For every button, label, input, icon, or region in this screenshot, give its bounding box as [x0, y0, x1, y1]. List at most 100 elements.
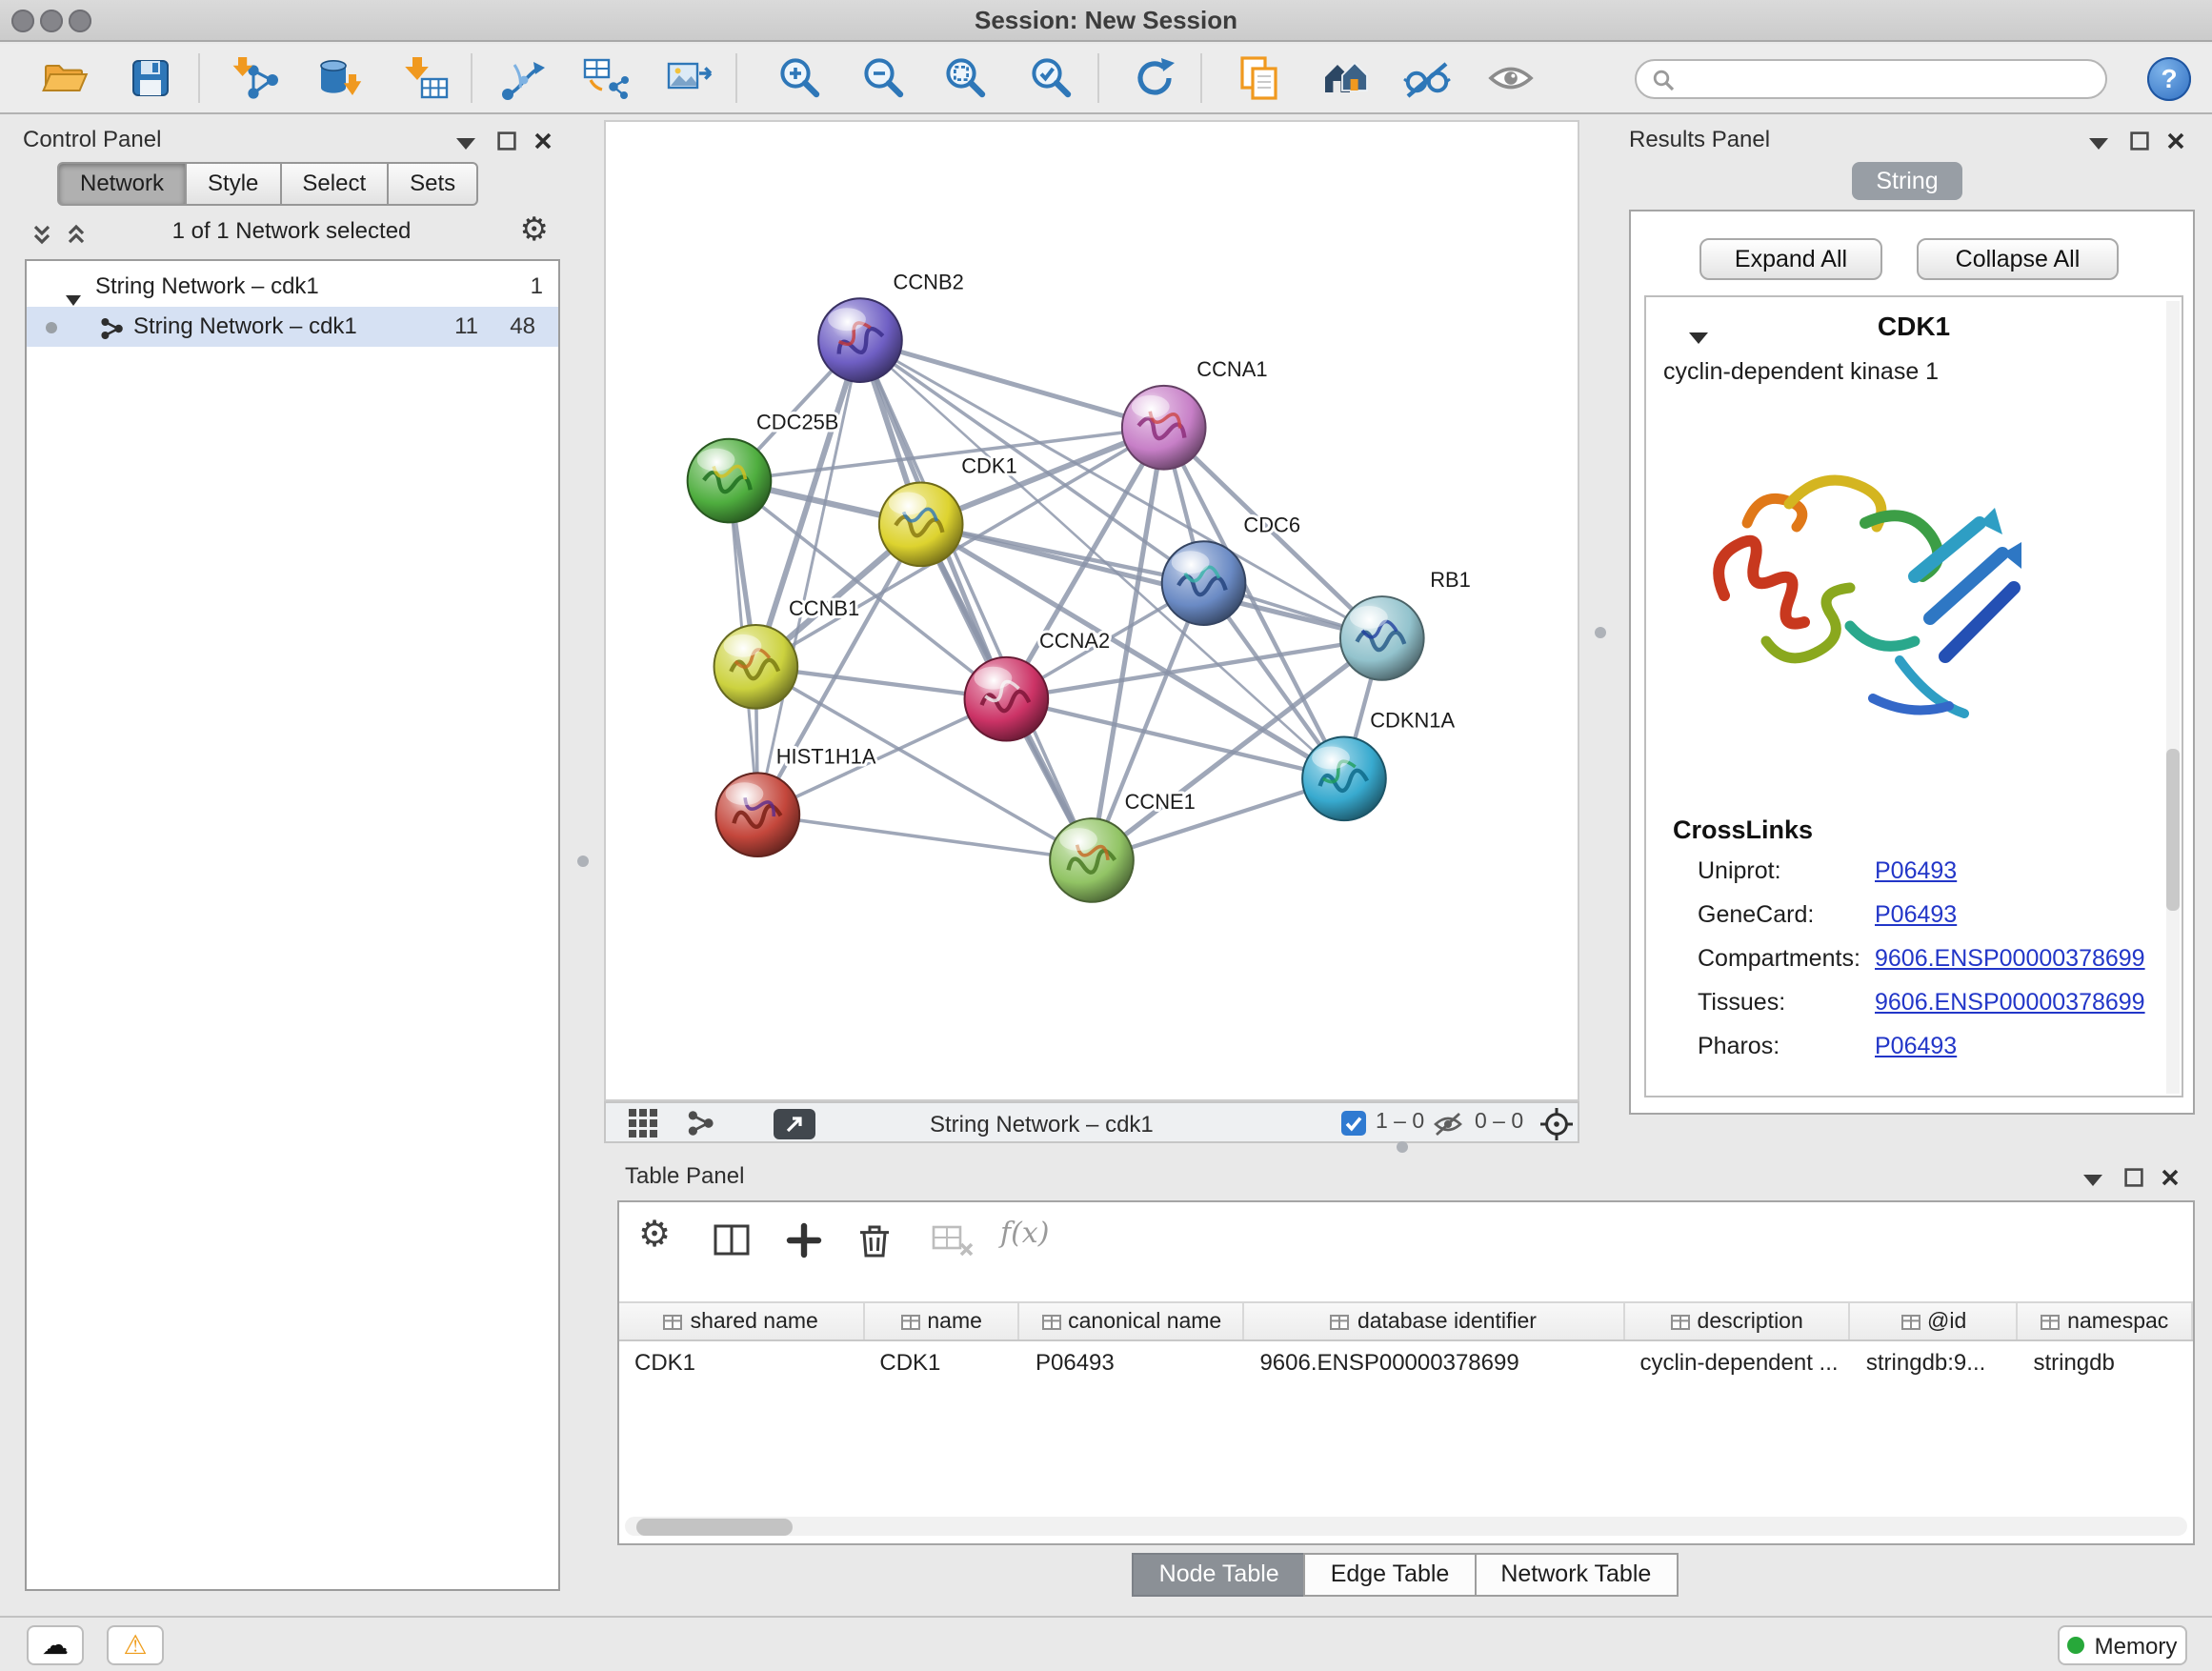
save-session-icon[interactable] — [126, 53, 175, 103]
network-options-gear-icon[interactable]: ⚙ — [520, 211, 550, 250]
zoom-selected-icon[interactable] — [1027, 53, 1076, 103]
table-panel-float-icon[interactable] — [2124, 1166, 2143, 1193]
import-table-from-file-icon[interactable] — [402, 53, 452, 103]
column-header-description[interactable]: description — [1624, 1303, 1850, 1339]
network-graph[interactable]: CCNB2CCNA1CDC25BCDK1CDC6RB1CCNB1CCNA2CDK… — [606, 122, 1578, 1099]
crosslink-value-link[interactable]: P06493 — [1875, 857, 1957, 884]
window-close-button[interactable] — [11, 10, 34, 32]
column-header-namespac[interactable]: namespac — [2018, 1303, 2193, 1339]
control-panel-close-icon[interactable] — [533, 130, 553, 156]
home-icon[interactable] — [1320, 53, 1370, 103]
control-panel-tabs: NetworkStyleSelectSets — [57, 162, 478, 206]
selected-indicator-checkbox[interactable] — [1341, 1111, 1366, 1136]
horizontal-splitter-handle[interactable] — [1397, 1141, 1408, 1153]
results-panel-close-icon[interactable] — [2166, 130, 2185, 156]
help-button[interactable]: ? — [2147, 57, 2191, 101]
window-zoom-button[interactable] — [69, 10, 91, 32]
open-session-icon[interactable] — [40, 53, 90, 103]
network-share-view-icon[interactable] — [686, 1109, 714, 1143]
table-panel-close-icon[interactable] — [2161, 1166, 2180, 1193]
apply-layout-icon[interactable] — [1130, 53, 1179, 103]
table-panel-collapse-icon[interactable] — [2082, 1166, 2103, 1193]
table-cell[interactable]: cyclin-dependent ... — [1624, 1343, 1850, 1381]
hide-selected-icon[interactable] — [1402, 53, 1452, 103]
network-node-CCNB1[interactable]: CCNB1 — [714, 596, 860, 709]
results-panel-collapse-icon[interactable] — [2088, 130, 2109, 156]
hidden-counter: 0 – 0 — [1475, 1111, 1523, 1134]
function-builder-icon[interactable]: f(x) — [1000, 1216, 1065, 1261]
search-input[interactable] — [1684, 66, 2090, 92]
tab-sets[interactable]: Sets — [387, 162, 478, 206]
new-network-from-table-icon[interactable] — [581, 53, 631, 103]
table-cell[interactable]: stringdb:9... — [1851, 1343, 2019, 1381]
show-all-eye-icon[interactable] — [1486, 53, 1536, 103]
network-collection-row[interactable]: String Network – cdk1 1 — [27, 267, 558, 307]
crosslink-value-link[interactable]: P06493 — [1875, 901, 1957, 928]
crosslink-value-link[interactable]: P06493 — [1875, 1033, 1957, 1059]
collapse-all-button[interactable]: Collapse All — [1917, 238, 2119, 280]
network-node-HIST1H1A[interactable]: HIST1H1A — [716, 744, 876, 856]
navigator-crosshair-icon[interactable] — [1539, 1107, 1574, 1147]
results-scrollbar[interactable] — [2166, 301, 2180, 1094]
arrow-up-right-icon — [783, 1112, 806, 1135]
network-node-CDKN1A[interactable]: CDKN1A — [1302, 709, 1455, 821]
memory-button[interactable]: Memory — [2058, 1625, 2187, 1665]
network-node-CCNE1[interactable]: CCNE1 — [1050, 790, 1196, 902]
left-splitter-handle[interactable] — [577, 856, 589, 867]
column-header-database-identifier[interactable]: database identifier — [1244, 1303, 1624, 1339]
results-scrollbar-thumb[interactable] — [2166, 749, 2180, 911]
network-row-selected[interactable]: String Network – cdk1 11 48 — [27, 307, 558, 347]
detach-view-button[interactable] — [774, 1108, 815, 1138]
table-horizontal-scrollbar[interactable] — [625, 1517, 2187, 1536]
new-network-icon[interactable] — [499, 53, 549, 103]
table-cell[interactable]: CDK1 — [619, 1343, 864, 1381]
network-canvas[interactable]: CCNB2CCNA1CDC25BCDK1CDC6RB1CCNB1CCNA2CDK… — [604, 120, 1579, 1101]
table-cell[interactable]: CDK1 — [864, 1343, 1020, 1381]
tab-network[interactable]: Network — [57, 162, 187, 206]
table-row[interactable]: CDK1CDK1P064939606.ENSP00000378699cyclin… — [619, 1343, 2193, 1381]
tab-select[interactable]: Select — [279, 162, 389, 206]
window-minimize-button[interactable] — [40, 10, 63, 32]
hidden-eye-off-icon[interactable] — [1433, 1111, 1463, 1143]
table-cell[interactable]: 9606.ENSP00000378699 — [1244, 1343, 1624, 1381]
column-header-canonical-name[interactable]: canonical name — [1020, 1303, 1244, 1339]
warning-status-button[interactable]: ⚠ — [107, 1625, 164, 1665]
column-header-name[interactable]: name — [864, 1303, 1020, 1339]
control-panel-title: Control Panel — [23, 126, 161, 152]
zoom-fit-icon[interactable] — [941, 53, 991, 103]
control-panel-float-icon[interactable] — [497, 130, 516, 156]
zoom-in-icon[interactable] — [775, 53, 825, 103]
import-network-from-file-icon[interactable] — [232, 53, 282, 103]
crosslink-value-link[interactable]: 9606.ENSP00000378699 — [1875, 989, 2145, 1016]
right-splitter-handle[interactable] — [1595, 627, 1606, 638]
tab-edge-table[interactable]: Edge Table — [1304, 1553, 1477, 1597]
show-columns-icon[interactable] — [711, 1219, 756, 1265]
tab-string[interactable]: String — [1852, 162, 1962, 200]
network-node-CDK1[interactable]: CDK1 — [879, 454, 1017, 567]
table-cell[interactable]: P06493 — [1020, 1343, 1244, 1381]
tab-node-table[interactable]: Node Table — [1133, 1553, 1306, 1597]
add-column-icon[interactable] — [783, 1219, 829, 1265]
table-scrollbar-thumb[interactable] — [636, 1518, 793, 1535]
tab-network-table[interactable]: Network Table — [1474, 1553, 1678, 1597]
crosslink-value-link[interactable]: 9606.ENSP00000378699 — [1875, 945, 2145, 972]
column-header--id[interactable]: @id — [1851, 1303, 2019, 1339]
delete-column-trash-icon[interactable] — [854, 1219, 899, 1265]
network-node-CCNA1[interactable]: CCNA1 — [1122, 357, 1268, 470]
expand-all-button[interactable]: Expand All — [1699, 238, 1882, 280]
tab-style[interactable]: Style — [185, 162, 281, 206]
table-cell[interactable]: stringdb — [2018, 1343, 2193, 1381]
copy-icon[interactable] — [1235, 53, 1284, 103]
network-node-CDC25B[interactable]: CDC25B — [688, 411, 839, 523]
table-options-gear-icon[interactable]: ⚙ — [638, 1214, 684, 1259]
node-label: CCNA2 — [1039, 629, 1110, 653]
import-network-from-database-icon[interactable] — [314, 53, 364, 103]
column-header-shared-name[interactable]: shared name — [619, 1303, 864, 1339]
zoom-out-icon[interactable] — [859, 53, 909, 103]
grid-view-icon[interactable] — [629, 1109, 657, 1143]
export-image-icon[interactable] — [665, 53, 714, 103]
cloud-status-button[interactable]: ☁ — [27, 1625, 84, 1665]
control-panel-collapse-icon[interactable] — [455, 130, 476, 156]
results-panel-float-icon[interactable] — [2130, 130, 2149, 156]
network-node-RB1[interactable]: RB1 — [1340, 568, 1471, 680]
